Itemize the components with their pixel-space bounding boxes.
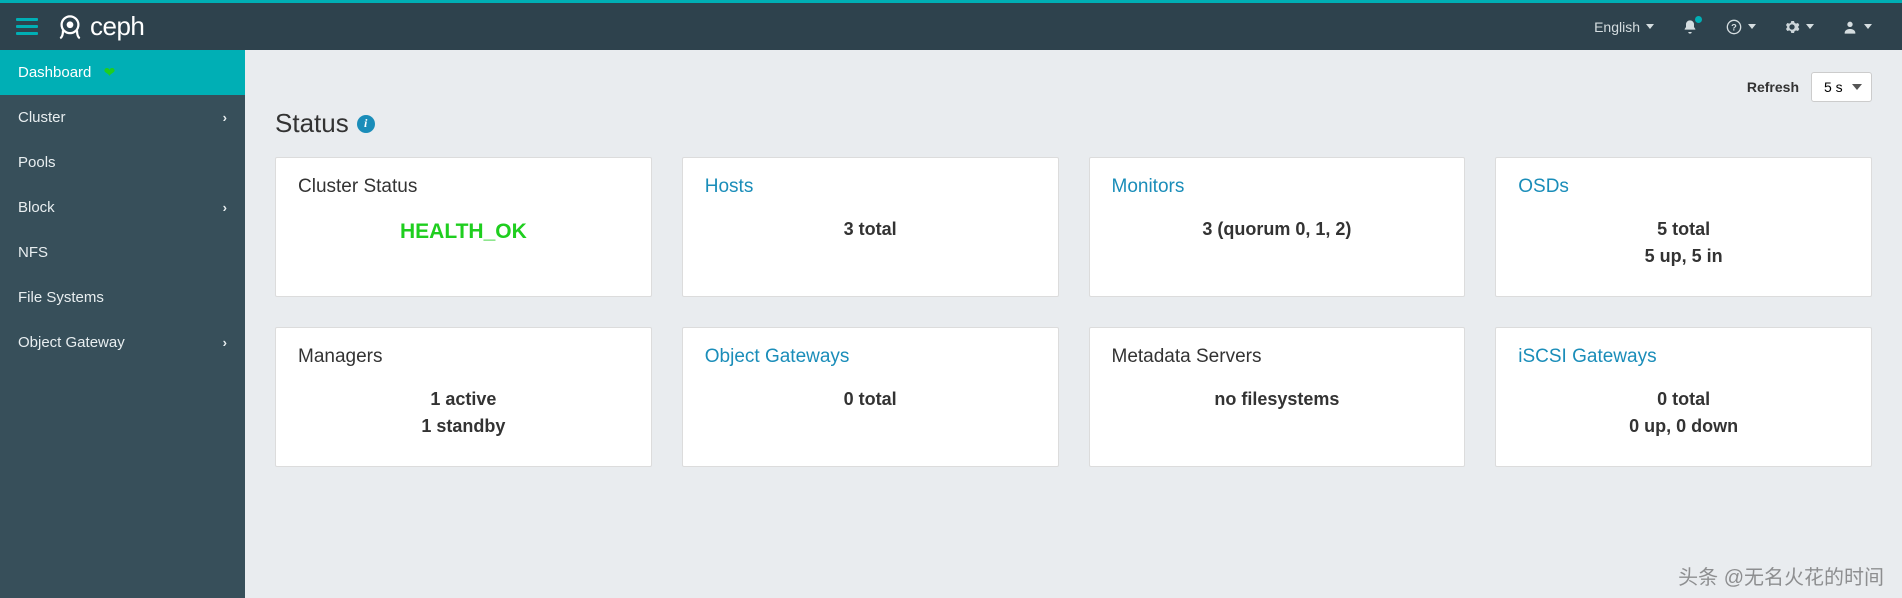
chevron-right-icon: › bbox=[223, 110, 227, 125]
card-hosts[interactable]: Hosts 3 total bbox=[682, 157, 1059, 297]
settings-menu[interactable] bbox=[1770, 19, 1828, 35]
notification-dot-icon bbox=[1695, 16, 1702, 23]
sidebar-item-label: Block bbox=[18, 199, 55, 216]
user-icon bbox=[1842, 19, 1858, 35]
chevron-right-icon: › bbox=[223, 200, 227, 215]
menu-toggle-button[interactable] bbox=[16, 18, 38, 35]
caret-down-icon bbox=[1646, 24, 1654, 29]
svg-text:?: ? bbox=[1731, 22, 1737, 32]
card-value-line1: 5 total bbox=[1518, 216, 1849, 243]
health-status-value: HEALTH_OK bbox=[400, 220, 527, 243]
main-content: Refresh 5 s Status i Cluster Status HEAL… bbox=[245, 50, 1902, 598]
section-title: Status i bbox=[275, 108, 1872, 139]
sidebar-item-label: File Systems bbox=[18, 289, 104, 306]
card-value: 0 total bbox=[705, 386, 1036, 413]
card-value-line2: 5 up, 5 in bbox=[1518, 243, 1849, 270]
info-icon[interactable]: i bbox=[357, 115, 375, 133]
card-value-line1: 0 total bbox=[1518, 386, 1849, 413]
card-title: iSCSI Gateways bbox=[1518, 346, 1849, 368]
sidebar-item-label: Pools bbox=[18, 154, 56, 171]
card-title: Object Gateways bbox=[705, 346, 1036, 368]
user-menu[interactable] bbox=[1828, 19, 1886, 35]
ceph-logo-icon bbox=[56, 13, 84, 41]
sidebar-item-label: Dashboard bbox=[18, 64, 91, 81]
caret-down-icon bbox=[1748, 24, 1756, 29]
card-managers: Managers 1 active 1 standby bbox=[275, 327, 652, 467]
language-label: English bbox=[1594, 19, 1640, 35]
sidebar-item-block[interactable]: Block › bbox=[0, 185, 245, 230]
brand-text: ceph bbox=[90, 11, 144, 42]
sidebar-item-object-gateway[interactable]: Object Gateway › bbox=[0, 320, 245, 365]
card-title: Hosts bbox=[705, 176, 1036, 198]
sidebar: Dashboard ❤ Cluster › Pools Block › NFS … bbox=[0, 50, 245, 598]
card-value-line2: 0 up, 0 down bbox=[1518, 413, 1849, 440]
card-monitors[interactable]: Monitors 3 (quorum 0, 1, 2) bbox=[1089, 157, 1466, 297]
refresh-interval-select[interactable]: 5 s bbox=[1811, 72, 1872, 102]
refresh-label: Refresh bbox=[1747, 79, 1799, 95]
health-heart-icon: ❤ bbox=[104, 64, 116, 80]
sidebar-item-label: NFS bbox=[18, 244, 48, 261]
card-value-line1: 1 active bbox=[298, 386, 629, 413]
card-object-gateways[interactable]: Object Gateways 0 total bbox=[682, 327, 1059, 467]
caret-down-icon bbox=[1806, 24, 1814, 29]
sidebar-item-pools[interactable]: Pools bbox=[0, 140, 245, 185]
card-title: Cluster Status bbox=[298, 176, 629, 198]
gear-icon bbox=[1784, 19, 1800, 35]
card-value: 3 (quorum 0, 1, 2) bbox=[1112, 216, 1443, 243]
refresh-controls: Refresh 5 s bbox=[275, 72, 1872, 102]
card-value-line2: 1 standby bbox=[298, 413, 629, 440]
card-title: Managers bbox=[298, 346, 629, 368]
card-title: OSDs bbox=[1518, 176, 1849, 198]
notifications-button[interactable] bbox=[1668, 19, 1712, 35]
sidebar-item-dashboard[interactable]: Dashboard ❤ bbox=[0, 50, 245, 95]
card-metadata-servers: Metadata Servers no filesystems bbox=[1089, 327, 1466, 467]
card-value: no filesystems bbox=[1112, 386, 1443, 413]
status-cards-grid: Cluster Status HEALTH_OK Hosts 3 total M… bbox=[275, 157, 1872, 467]
language-selector[interactable]: English bbox=[1580, 19, 1668, 35]
sidebar-item-cluster[interactable]: Cluster › bbox=[0, 95, 245, 140]
topbar: ceph English ? bbox=[0, 0, 1902, 50]
brand-logo[interactable]: ceph bbox=[56, 11, 144, 42]
card-osds[interactable]: OSDs 5 total 5 up, 5 in bbox=[1495, 157, 1872, 297]
section-title-text: Status bbox=[275, 108, 349, 139]
card-value: 3 total bbox=[705, 216, 1036, 243]
card-iscsi-gateways[interactable]: iSCSI Gateways 0 total 0 up, 0 down bbox=[1495, 327, 1872, 467]
card-cluster-status: Cluster Status HEALTH_OK bbox=[275, 157, 652, 297]
card-title: Metadata Servers bbox=[1112, 346, 1443, 368]
sidebar-item-label: Object Gateway bbox=[18, 334, 125, 351]
sidebar-item-label: Cluster bbox=[18, 109, 66, 126]
help-icon: ? bbox=[1726, 19, 1742, 35]
card-title: Monitors bbox=[1112, 176, 1443, 198]
sidebar-item-nfs[interactable]: NFS bbox=[0, 230, 245, 275]
help-menu[interactable]: ? bbox=[1712, 19, 1770, 35]
caret-down-icon bbox=[1864, 24, 1872, 29]
chevron-right-icon: › bbox=[223, 335, 227, 350]
sidebar-item-filesystems[interactable]: File Systems bbox=[0, 275, 245, 320]
